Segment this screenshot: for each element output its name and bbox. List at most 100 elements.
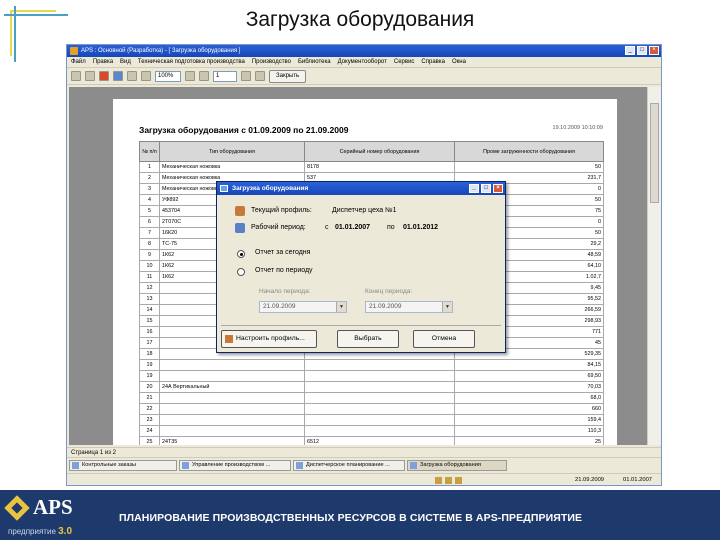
select-button[interactable]: Выбрать bbox=[337, 330, 399, 348]
period-from-value: 01.01.2007 bbox=[335, 224, 371, 231]
table-cell-n: 16 bbox=[139, 326, 160, 338]
task-item-dispatch-planning[interactable]: Диспетчерское планирование ... bbox=[293, 459, 405, 471]
zoom-select[interactable]: 100% bbox=[155, 70, 181, 82]
profile-settings-icon bbox=[225, 335, 233, 343]
table-cell-n: 9 bbox=[139, 249, 160, 261]
word-export-icon[interactable] bbox=[113, 71, 123, 81]
table-cell-type bbox=[159, 403, 305, 415]
table-cell-serial bbox=[304, 392, 455, 404]
dropdown-icon[interactable]: ▼ bbox=[336, 302, 346, 312]
profile-value: Диспетчер цеха №1 bbox=[332, 207, 397, 214]
table-cell-type bbox=[159, 392, 305, 404]
dropdown-icon[interactable]: ▼ bbox=[442, 302, 452, 312]
excel-export-icon[interactable] bbox=[127, 71, 137, 81]
dialog-titlebar[interactable]: Загрузка оборудования _ □ × bbox=[217, 182, 505, 195]
configure-profile-button[interactable]: Настроить профиль... bbox=[221, 330, 317, 348]
menu-item-view[interactable]: Вид bbox=[120, 57, 131, 67]
tray-icon[interactable] bbox=[445, 477, 452, 484]
start-period-input[interactable]: 21.09.2009 ▼ bbox=[259, 301, 347, 313]
table-row: 21 68,0 bbox=[139, 392, 604, 404]
menu-item-production[interactable]: Производство bbox=[252, 57, 291, 67]
task-item-control-orders[interactable]: Контрольные заказы bbox=[69, 459, 177, 471]
menu-item-file[interactable]: Файл bbox=[71, 57, 86, 67]
table-cell-n: 14 bbox=[139, 304, 160, 316]
page-setup-icon[interactable] bbox=[141, 71, 151, 81]
window-titlebar[interactable]: APS : Основной (Разработка) - [ Загрузка… bbox=[67, 45, 661, 57]
table-cell-serial bbox=[304, 370, 455, 382]
table-cell-type bbox=[159, 359, 305, 371]
table-cell-type: 24А Вертикальный bbox=[159, 381, 305, 393]
vertical-scrollbar[interactable] bbox=[647, 87, 661, 445]
tray-icon[interactable] bbox=[455, 477, 462, 484]
table-cell-value: 50 bbox=[454, 161, 604, 173]
end-period-label: Конец периода: bbox=[365, 288, 413, 295]
table-cell-serial bbox=[304, 425, 455, 437]
table-cell-value: 159,4 bbox=[454, 414, 604, 426]
window-controls: _ □ × bbox=[625, 46, 659, 55]
table-cell-n: 12 bbox=[139, 282, 160, 294]
column-header: Проме загруженности оборудования bbox=[454, 141, 604, 162]
save-icon[interactable] bbox=[85, 71, 95, 81]
table-cell-n: 6 bbox=[139, 216, 160, 228]
table-cell-serial bbox=[304, 381, 455, 393]
slide-footer: APS предприятие 3.0 ПЛАНИРОВАНИЕ ПРОИЗВО… bbox=[0, 490, 720, 540]
report-today-label: Отчет за сегодня bbox=[255, 249, 311, 256]
page-number-input[interactable]: 1 bbox=[213, 70, 237, 82]
table-cell-n: 23 bbox=[139, 414, 160, 426]
prev-page-icon[interactable] bbox=[199, 71, 209, 81]
table-cell-n: 19 bbox=[139, 359, 160, 371]
menu-item-edit[interactable]: Правка bbox=[93, 57, 113, 67]
last-page-icon[interactable] bbox=[255, 71, 265, 81]
period-to-label: по bbox=[387, 224, 395, 231]
table-cell-type bbox=[159, 425, 305, 437]
table-cell-serial: 8178 bbox=[304, 161, 455, 173]
dialog-window-controls: _ □ × bbox=[469, 184, 503, 193]
menu-item-documents[interactable]: Документооборот bbox=[338, 57, 387, 67]
table-cell-n: 11 bbox=[139, 271, 160, 283]
menu-item-tech-prep[interactable]: Техническая подготовка производства bbox=[138, 57, 245, 67]
print-icon[interactable] bbox=[71, 71, 81, 81]
close-icon[interactable]: × bbox=[493, 184, 503, 193]
equipment-load-dialog: Загрузка оборудования _ □ × Текущий проф… bbox=[216, 181, 506, 353]
period-from-label: с bbox=[325, 224, 329, 231]
menu-item-windows[interactable]: Окна bbox=[452, 57, 466, 67]
table-cell-value: 660 bbox=[454, 403, 604, 415]
next-page-icon[interactable] bbox=[241, 71, 251, 81]
user-profile-icon bbox=[235, 206, 245, 216]
table-row: 25 24Т35 6512 25 bbox=[139, 436, 604, 445]
menu-item-library[interactable]: Библиотека bbox=[298, 57, 331, 67]
table-cell-n: 21 bbox=[139, 392, 160, 404]
dialog-separator bbox=[221, 325, 501, 326]
table-cell-value: 69,50 bbox=[454, 370, 604, 382]
cancel-button[interactable]: Отмена bbox=[413, 330, 475, 348]
close-icon[interactable]: × bbox=[649, 46, 659, 55]
tray-icon[interactable] bbox=[435, 477, 442, 484]
menu-item-service[interactable]: Сервис bbox=[394, 57, 415, 67]
table-cell-n: 13 bbox=[139, 293, 160, 305]
table-cell-n: 24 bbox=[139, 425, 160, 437]
report-period-radio[interactable] bbox=[237, 268, 245, 276]
table-row: 19 69,50 bbox=[139, 370, 604, 382]
table-cell-serial bbox=[304, 414, 455, 426]
first-page-icon[interactable] bbox=[185, 71, 195, 81]
column-header: № п/п bbox=[139, 141, 160, 162]
scrollbar-thumb[interactable] bbox=[650, 103, 659, 203]
pdf-export-icon[interactable] bbox=[99, 71, 109, 81]
report-today-radio[interactable] bbox=[237, 250, 245, 258]
system-bar: 21.09.2009 01.01.2007 bbox=[67, 473, 661, 485]
table-cell-serial bbox=[304, 403, 455, 415]
end-period-input[interactable]: 21.09.2009 ▼ bbox=[365, 301, 453, 313]
period-to-value: 01.01.2012 bbox=[403, 224, 439, 231]
table-row: 23 159,4 bbox=[139, 414, 604, 426]
window-title: APS : Основной (Разработка) - [ Загрузка… bbox=[81, 48, 241, 54]
maximize-icon[interactable]: □ bbox=[637, 46, 647, 55]
menu-item-help[interactable]: Справка bbox=[421, 57, 445, 67]
close-report-button[interactable]: Закрыть bbox=[269, 69, 307, 83]
end-period-value: 21.09.2009 bbox=[369, 303, 402, 310]
task-item-production-management[interactable]: Управление производством ... bbox=[179, 459, 291, 471]
task-item-equipment-load[interactable]: Загрузка оборудования bbox=[407, 459, 507, 471]
minimize-icon[interactable]: _ bbox=[625, 46, 635, 55]
minimize-icon[interactable]: _ bbox=[469, 184, 479, 193]
dialog-icon bbox=[220, 185, 228, 192]
maximize-icon[interactable]: □ bbox=[481, 184, 491, 193]
